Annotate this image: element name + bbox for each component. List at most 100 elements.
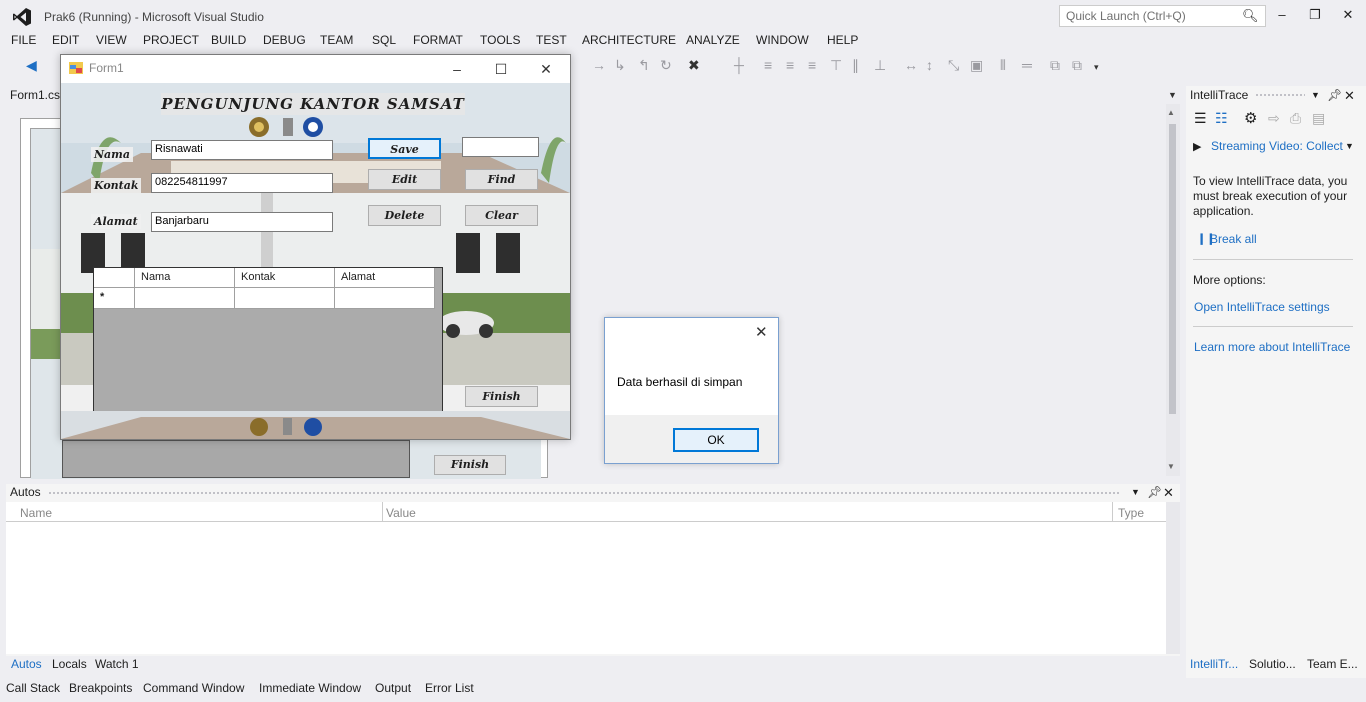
message-close-button[interactable]: ✕ [755,323,768,341]
tab-error-list[interactable]: Error List [425,681,474,695]
tab-dropdown-icon[interactable]: ▼ [1168,90,1177,100]
menu-file[interactable]: FILE [11,33,36,47]
find-button[interactable]: Find [465,169,538,190]
autos-scrollbar[interactable] [1166,502,1180,654]
form1-minimize-button[interactable]: – [447,59,467,79]
align-right-icon[interactable]: ≡ [808,57,816,73]
align-grid-icon[interactable]: ┼ [734,57,744,73]
kontak-input[interactable]: 082254811997 [151,173,333,193]
learn-more-link[interactable]: Learn more about IntelliTrace [1194,340,1350,354]
align-bottom-icon[interactable]: ⊥ [874,57,886,74]
align-middle-icon[interactable]: ∥ [852,57,859,74]
open-file-icon[interactable]: ⎙ [1290,110,1301,127]
redo-icon[interactable]: ↻ [660,57,672,74]
open-settings-link[interactable]: Open IntelliTrace settings [1194,300,1330,314]
alamat-input[interactable]: Banjarbaru [151,212,333,232]
close-button[interactable]: ✕ [1336,5,1360,25]
align-top-icon[interactable]: ⊤ [830,57,842,74]
horizontal-spacing-icon[interactable]: ⫴ [1000,57,1006,74]
streaming-video-dropdown[interactable]: Streaming Video: Collect [1211,139,1343,153]
restore-button[interactable]: ❐ [1303,5,1327,25]
make-same-height-icon[interactable]: ↕ [926,57,933,73]
menu-test[interactable]: TEST [536,33,567,47]
menu-window[interactable]: WINDOW [756,33,809,47]
tab-breakpoints[interactable]: Breakpoints [69,681,132,695]
menu-analyze[interactable]: ANALYZE [686,33,740,47]
align-center-icon[interactable]: ≡ [786,57,794,73]
autos-pin-icon[interactable]: 📌︎ [1147,485,1162,499]
tab-immediate-window[interactable]: Immediate Window [259,681,361,695]
designer-finish-button[interactable]: Finish [434,455,506,475]
nama-input[interactable]: Risnawati [151,140,333,160]
step-out-icon[interactable]: ↰ [638,57,650,74]
menu-debug[interactable]: DEBUG [263,33,306,47]
edit-button[interactable]: Edit [368,169,441,190]
save-button[interactable]: Save [368,138,441,159]
designer-scroll-thumb[interactable] [1169,124,1176,414]
back-icon[interactable]: ◀ [26,57,37,74]
intellitrace-dropdown-icon[interactable]: ▼ [1311,90,1320,100]
vertical-spacing-icon[interactable]: ═ [1022,57,1032,73]
minimize-button[interactable]: – [1270,5,1294,25]
autos-close-icon[interactable]: ✕ [1163,485,1174,501]
delete-button[interactable]: Delete [368,205,441,226]
finish-button[interactable]: Finish [465,386,538,407]
break-all-link[interactable]: Break all [1210,232,1257,246]
tab-watch-1[interactable]: Watch 1 [95,657,139,671]
tab-output[interactable]: Output [375,681,411,695]
visitor-datagrid[interactable]: Nama Kontak Alamat * [93,267,443,416]
make-same-width-icon[interactable]: ↔ [904,57,918,73]
grid-header-alamat[interactable]: Alamat [335,268,435,288]
step-into-icon[interactable]: ↳ [614,57,626,74]
autos-col-name[interactable]: Name [20,506,52,520]
autos-grip[interactable] [48,491,1120,496]
tab-intellitrace[interactable]: IntelliTr... [1190,657,1238,671]
form1-maximize-button[interactable]: ☐ [491,59,511,79]
menu-team[interactable]: TEAM [320,33,353,47]
grid-cell-alamat[interactable] [335,288,435,309]
menu-view[interactable]: VIEW [96,33,127,47]
search-icon[interactable]: 🔍︎ [1242,8,1259,24]
menu-build[interactable]: BUILD [211,33,246,47]
streaming-chevron-down-icon[interactable]: ▼ [1345,141,1354,151]
grid-header-kontak[interactable]: Kontak [235,268,335,288]
autos-col-value[interactable]: Value [386,506,416,520]
tab-solution-explorer[interactable]: Solutio... [1249,657,1296,671]
tab-autos[interactable]: Autos [11,657,42,671]
intellitrace-pin-icon[interactable]: 📌︎ [1327,88,1342,102]
autos-dropdown-icon[interactable]: ▼ [1131,487,1140,497]
clear-button[interactable]: Clear [465,205,538,226]
form1-close-button[interactable]: ✕ [536,59,556,79]
tree-view-icon[interactable]: ☷ [1215,110,1228,127]
find-input[interactable] [462,137,539,157]
autos-col-type[interactable]: Type [1118,506,1144,520]
menu-help[interactable]: HELP [827,33,858,47]
scroll-down-icon[interactable]: ▼ [1167,462,1175,471]
ok-button[interactable]: OK [673,428,759,452]
align-left-icon[interactable]: ≡ [764,57,772,73]
menu-edit[interactable]: EDIT [52,33,79,47]
quick-launch-input[interactable]: Quick Launch (Ctrl+Q) [1059,5,1266,27]
size-to-grid-icon[interactable]: ▣ [970,57,983,74]
grid-header-nama[interactable]: Nama [135,268,235,288]
grid-cell-nama[interactable] [135,288,235,309]
tab-form1-cs[interactable]: Form1.cs [6,86,62,104]
menu-sql[interactable]: SQL [372,33,396,47]
step-over-icon[interactable]: → [592,57,606,73]
tab-call-stack[interactable]: Call Stack [6,681,60,695]
send-to-back-icon[interactable]: ⧉ [1072,57,1082,74]
scroll-up-icon[interactable]: ▲ [1167,108,1175,117]
settings-gear-icon[interactable]: ⚙ [1244,109,1257,127]
menu-project[interactable]: PROJECT [143,33,199,47]
forward-icon[interactable]: ⇨ [1268,110,1280,127]
menu-architecture[interactable]: ARCHITECTURE [582,33,676,47]
list-view-icon[interactable]: ☰ [1194,110,1207,127]
tools-icon[interactable]: ✖ [688,57,700,74]
tab-command-window[interactable]: Command Window [143,681,244,695]
grid-cell-kontak[interactable] [235,288,335,309]
bring-to-front-icon[interactable]: ⧉ [1050,57,1060,74]
save-icon[interactable]: ▤ [1312,110,1325,127]
intellitrace-close-icon[interactable]: ✕ [1344,88,1355,104]
menu-format[interactable]: FORMAT [413,33,463,47]
make-same-size-icon[interactable]: ⤡ [948,57,959,74]
